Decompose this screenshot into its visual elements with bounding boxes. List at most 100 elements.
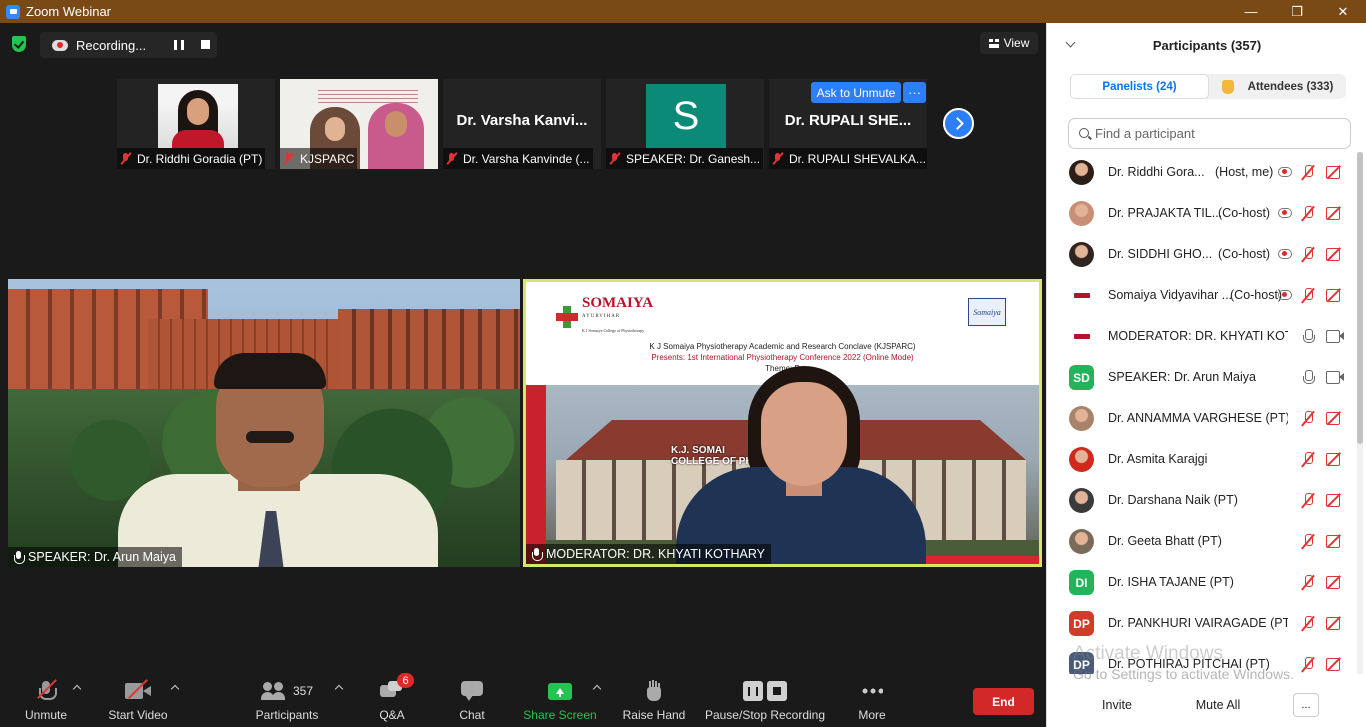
mic-icon[interactable]: [1303, 370, 1315, 385]
video-thumbnail[interactable]: Dr. Varsha Kanvi... Dr. Varsha Kanvinde …: [443, 79, 601, 169]
end-button[interactable]: End: [973, 688, 1034, 715]
panel-more-button[interactable]: ...: [1293, 693, 1319, 717]
pause-stop-recording-button[interactable]: Pause/Stop Recording: [703, 672, 827, 727]
participants-panel: Participants (357) Panelists (24) Attend…: [1046, 23, 1366, 727]
thumbnail-more-button[interactable]: ···: [903, 82, 926, 103]
cloud-recording-icon: [52, 39, 68, 51]
mic-muted-icon[interactable]: [1301, 247, 1315, 262]
search-input[interactable]: Find a participant: [1068, 118, 1351, 149]
speaker-video-tile[interactable]: SPEAKER: Dr. Arun Maiya: [8, 279, 520, 567]
thumbnail-name: Dr. RUPALI SHEVALKA...: [789, 151, 926, 166]
video-off-icon[interactable]: [1326, 289, 1344, 302]
participants-button[interactable]: 357 Participants: [254, 672, 320, 727]
start-video-button[interactable]: Start Video: [106, 672, 170, 727]
minimize-button[interactable]: —: [1228, 0, 1274, 23]
video-off-icon[interactable]: [1326, 412, 1344, 425]
participant-role: (Co-host): [1218, 206, 1271, 220]
video-off-icon[interactable]: [1326, 494, 1344, 507]
mic-muted-icon: [283, 152, 294, 165]
video-off-icon[interactable]: [1326, 617, 1344, 630]
mic-muted-icon[interactable]: [1301, 452, 1315, 467]
participant-row[interactable]: MODERATOR: DR. KHYATI KOT...: [1047, 316, 1357, 357]
mic-muted-icon[interactable]: [1301, 493, 1315, 508]
video-thumbnail[interactable]: Dr. Riddhi Goradia (PT): [117, 79, 275, 169]
mic-muted-icon[interactable]: [1301, 165, 1315, 180]
mic-muted-icon[interactable]: [1301, 534, 1315, 549]
tab-panelists[interactable]: Panelists (24): [1070, 74, 1209, 99]
participant-row[interactable]: Dr. Asmita Karajgi: [1047, 439, 1357, 480]
mute-all-button[interactable]: Mute All: [1185, 693, 1251, 717]
mic-muted-icon[interactable]: [1301, 288, 1315, 303]
mic-icon: [532, 548, 543, 561]
ask-to-unmute-button[interactable]: Ask to Unmute: [811, 82, 901, 103]
pause-recording-icon[interactable]: [174, 40, 184, 50]
slide-line: Presents: 1st International Physiotherap…: [651, 353, 914, 362]
next-page-arrow-icon[interactable]: [943, 108, 974, 139]
collapse-panel-chevron-icon[interactable]: [1065, 37, 1076, 48]
participant-row[interactable]: SD SPEAKER: Dr. Arun Maiya: [1047, 357, 1357, 398]
thumbnail-name: KJSPARC: [300, 151, 355, 166]
unmute-button[interactable]: Unmute: [22, 672, 70, 727]
video-off-icon[interactable]: [1326, 248, 1344, 261]
mic-muted-icon[interactable]: [1301, 206, 1315, 221]
participant-video: [368, 103, 424, 169]
mic-icon[interactable]: [1303, 329, 1315, 344]
tab-attendees[interactable]: Attendees (333): [1209, 74, 1346, 99]
video-off-icon[interactable]: [1326, 658, 1344, 671]
participant-row[interactable]: DP Dr. PANKHURI VAIRAGADE (PT): [1047, 603, 1357, 644]
participant-row[interactable]: Dr. SIDDHI GHO... (Co-host): [1047, 234, 1357, 275]
mic-muted-icon[interactable]: [1301, 657, 1315, 672]
moderator-video-tile[interactable]: SOMAIYA AYURVIHAR K J Somaiya College of P…: [523, 279, 1042, 567]
participant-row[interactable]: DI Dr. ISHA TAJANE (PT): [1047, 562, 1357, 603]
mic-icon: [14, 551, 25, 564]
mic-muted-icon[interactable]: [1301, 616, 1315, 631]
unmute-label: Unmute: [24, 708, 68, 722]
restore-button[interactable]: ❐: [1274, 0, 1320, 23]
mic-muted-icon[interactable]: [1301, 411, 1315, 426]
view-button[interactable]: View: [980, 32, 1038, 54]
video-off-icon[interactable]: [1326, 453, 1344, 466]
audio-options-chevron-icon[interactable]: [72, 684, 82, 694]
participants-options-chevron-icon[interactable]: [334, 684, 344, 694]
video-thumbnail[interactable]: S SPEAKER: Dr. Ganesh...: [606, 79, 764, 169]
close-button[interactable]: ✕: [1320, 0, 1366, 23]
participant-row[interactable]: Dr. ANNAMMA VARGHESE (PT): [1047, 398, 1357, 439]
participant-name: SPEAKER: Dr. Arun Maiya: [1108, 370, 1256, 384]
participant-list-scrollbar[interactable]: [1357, 152, 1363, 674]
video-area: Recording... View Dr. Riddhi Goradia (PT…: [0, 23, 1046, 672]
share-screen-button[interactable]: Share Screen: [522, 672, 598, 727]
participant-name: Dr. ISHA TAJANE (PT): [1108, 575, 1234, 589]
video-options-chevron-icon[interactable]: [170, 684, 180, 694]
video-icon[interactable]: [1326, 371, 1344, 384]
participant-row[interactable]: Dr. PRAJAKTA TIL... (Co-host): [1047, 193, 1357, 234]
participant-row[interactable]: Dr. Geeta Bhatt (PT): [1047, 521, 1357, 562]
raised-hand-icon: [1221, 79, 1234, 94]
participant-row[interactable]: Dr. Darshana Naik (PT): [1047, 480, 1357, 521]
thumbnail-name: Dr. Varsha Kanvinde (...: [463, 151, 590, 166]
virtual-background-slide: SOMAIYA AYURVIHAR K J Somaiya College of P…: [526, 282, 1039, 382]
chat-button[interactable]: Chat: [452, 672, 492, 727]
video-off-icon[interactable]: [1326, 207, 1344, 220]
participant-row[interactable]: Dr. Riddhi Gora... (Host, me): [1047, 152, 1357, 193]
avatar: DP: [1069, 611, 1094, 636]
video-off-icon[interactable]: [1326, 535, 1344, 548]
video-off-icon[interactable]: [1326, 576, 1344, 589]
qa-button[interactable]: 6 Q&A: [372, 672, 414, 727]
video-tile-name: MODERATOR: DR. KHYATI KOTHARY: [546, 547, 766, 561]
stop-recording-icon[interactable]: [201, 40, 210, 49]
invite-button[interactable]: Invite: [1091, 693, 1143, 717]
scrollbar-thumb[interactable]: [1357, 152, 1363, 444]
video-icon[interactable]: [1326, 330, 1344, 343]
participant-name: Somaiya Vidyavihar ...: [1108, 288, 1233, 302]
participant-row[interactable]: DP Dr. POTHIRAJ PITCHAI (PT): [1047, 644, 1357, 674]
share-screen-label: Share Screen: [523, 708, 597, 722]
participant-row[interactable]: Somaiya Vidyavihar ... (Co-host): [1047, 275, 1357, 316]
video-thumbnail[interactable]: KJSPARC: [280, 79, 438, 169]
video-off-icon[interactable]: [1326, 166, 1344, 179]
participant-name: Dr. SIDDHI GHO...: [1108, 247, 1213, 261]
slide-line: K J Somaiya Physiotherapy Academic and R…: [649, 342, 916, 351]
more-button[interactable]: More: [852, 672, 892, 727]
mic-muted-icon[interactable]: [1301, 575, 1315, 590]
raise-hand-button[interactable]: Raise Hand: [620, 672, 688, 727]
encryption-shield-icon[interactable]: [12, 36, 26, 52]
